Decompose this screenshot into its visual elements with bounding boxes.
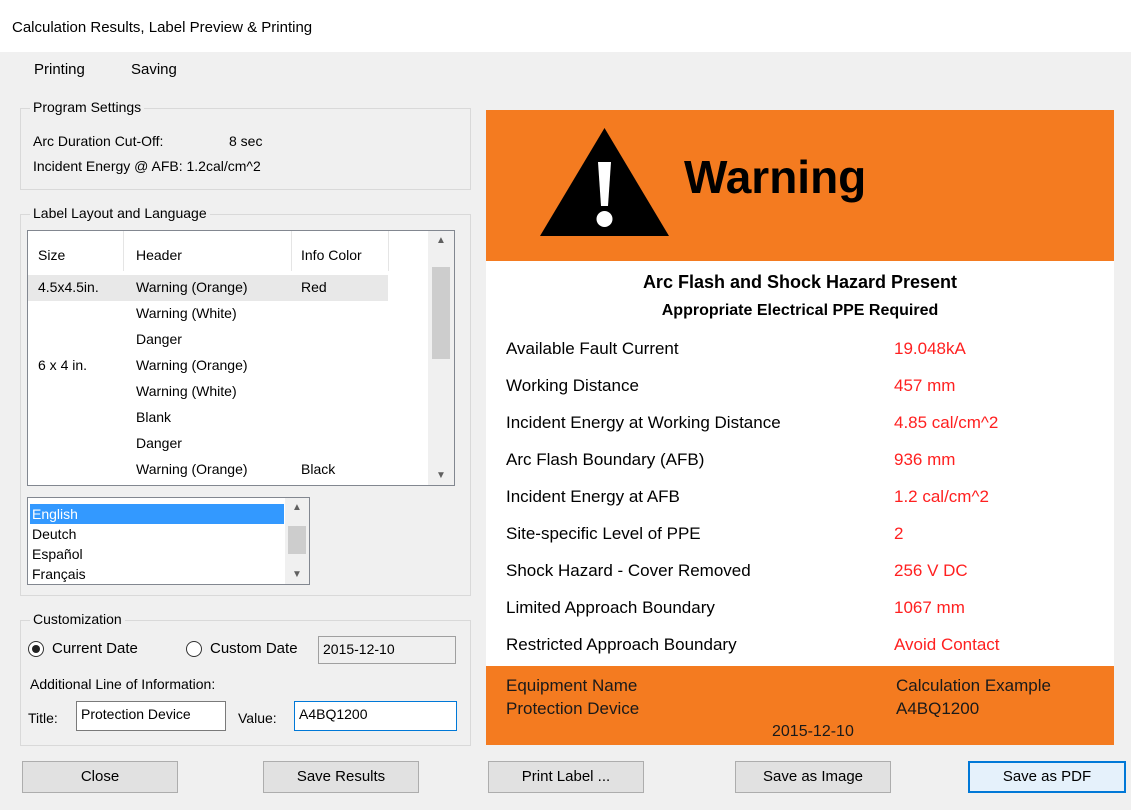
ppe-required-text: Appropriate Electrical PPE Required — [661, 302, 939, 319]
customization-legend: Customization — [30, 611, 125, 627]
info-value: Avoid Contact — [894, 635, 1000, 654]
protection-device-value: A4BQ1200 — [896, 699, 980, 718]
cell-header: Danger — [136, 435, 182, 451]
warning-triangle-icon — [540, 128, 669, 236]
equipment-name-label: Equipment Name — [506, 676, 638, 695]
title-bar: Calculation Results, Label Preview & Pri… — [0, 0, 1131, 52]
incident-energy-afb-text: Incident Energy @ AFB: 1.2cal/cm^2 — [33, 158, 261, 174]
title-field[interactable]: Protection Device — [76, 701, 226, 731]
info-value: 19.048kA — [894, 339, 966, 358]
program-settings-group — [20, 108, 471, 190]
label-footer: Equipment Name Calculation Example Prote… — [486, 666, 1114, 745]
scroll-thumb[interactable] — [432, 267, 450, 359]
cell-info-color: Black — [301, 461, 336, 477]
info-value: 2 — [894, 524, 904, 543]
custom-date-field[interactable]: 2015-12-10 — [318, 636, 456, 664]
language-item[interactable]: Français — [30, 564, 284, 584]
language-scrollbar[interactable]: ▲ ▼ — [285, 498, 309, 584]
cell-size: 4.5x4.5in. — [38, 279, 99, 295]
label-header: Warning — [486, 110, 1114, 261]
label-layout-legend: Label Layout and Language — [30, 205, 210, 221]
close-button[interactable]: Close — [22, 761, 178, 793]
info-value: 457 mm — [894, 376, 956, 395]
cell-header: Warning (Orange) — [136, 279, 248, 295]
cell-size: 6 x 4 in. — [38, 357, 88, 373]
custom-date-label[interactable]: Custom Date — [210, 640, 298, 657]
scroll-thumb[interactable] — [288, 526, 306, 554]
arc-duration-value: 8 sec — [229, 133, 263, 149]
column-divider — [388, 231, 389, 271]
menu-printing[interactable]: Printing — [30, 61, 89, 78]
cell-header: Warning (White) — [136, 383, 237, 399]
scroll-up-icon[interactable]: ▲ — [285, 502, 309, 513]
list-header: Size Header Info Color — [28, 231, 389, 271]
label-preview: Warning Arc Flash and Shock Hazard Prese… — [486, 110, 1114, 745]
table-row[interactable]: Warning (White) — [28, 379, 388, 405]
table-row[interactable]: Warning (White) — [28, 301, 388, 327]
scroll-up-icon[interactable]: ▲ — [428, 235, 454, 246]
print-label-button[interactable]: Print Label ... — [488, 761, 644, 793]
window-title: Calculation Results, Label Preview & Pri… — [12, 19, 313, 36]
language-list[interactable]: English Deutch Español Français ▲ ▼ — [27, 497, 310, 585]
info-value: 256 V DC — [894, 561, 968, 580]
cell-header: Blank — [136, 409, 172, 425]
info-label: Incident Energy at AFB — [506, 487, 680, 506]
info-value: 1.2 cal/cm^2 — [894, 487, 989, 506]
save-as-pdf-button[interactable]: Save as PDF — [968, 761, 1126, 793]
table-row[interactable]: Danger — [28, 431, 388, 457]
cell-header: Warning (Orange) — [136, 357, 248, 373]
cell-header: Danger — [136, 331, 182, 347]
info-label: Shock Hazard - Cover Removed — [506, 561, 751, 580]
label-header-text: Warning — [684, 151, 867, 203]
info-value: 1067 mm — [894, 598, 965, 617]
protection-device-label: Protection Device — [506, 699, 640, 718]
table-row[interactable]: 4.5x4.5in. Warning (Orange) Red — [28, 275, 388, 301]
info-value: 936 mm — [894, 450, 956, 469]
info-label: Site-specific Level of PPE — [506, 524, 701, 543]
table-row[interactable]: Warning (Orange) Black — [28, 457, 388, 483]
scroll-down-icon[interactable]: ▼ — [285, 569, 309, 580]
cell-info-color: Red — [301, 279, 327, 295]
table-row[interactable]: Blank — [28, 405, 388, 431]
info-label: Limited Approach Boundary — [506, 598, 715, 617]
cell-header: Warning (White) — [136, 305, 237, 321]
scroll-down-icon[interactable]: ▼ — [428, 470, 454, 481]
info-label: Incident Energy at Working Distance — [506, 413, 781, 432]
equipment-name-value: Calculation Example — [896, 676, 1051, 695]
info-label: Available Fault Current — [506, 339, 679, 358]
table-row[interactable]: Danger — [28, 327, 388, 353]
column-divider — [123, 231, 124, 271]
arc-duration-label: Arc Duration Cut-Off: — [33, 133, 164, 149]
column-header-info-color[interactable]: Info Color — [301, 247, 362, 263]
info-label: Arc Flash Boundary (AFB) — [506, 450, 705, 469]
label-date: 2015-12-10 — [772, 723, 854, 740]
value-field[interactable]: A4BQ1200 — [294, 701, 457, 731]
save-results-button[interactable]: Save Results — [263, 761, 419, 793]
column-divider — [291, 231, 292, 271]
list-scrollbar[interactable]: ▲ ▼ — [428, 231, 454, 485]
info-value: 4.85 cal/cm^2 — [894, 413, 999, 432]
hazard-title: Arc Flash and Shock Hazard Present — [642, 272, 958, 292]
language-item[interactable]: Deutch — [30, 524, 284, 544]
current-date-label[interactable]: Current Date — [52, 640, 138, 657]
program-settings-legend: Program Settings — [30, 99, 145, 115]
info-label: Restricted Approach Boundary — [506, 635, 737, 654]
value-label: Value: — [238, 710, 277, 726]
custom-date-radio[interactable] — [186, 641, 202, 657]
title-label: Title: — [28, 710, 58, 726]
save-as-image-button[interactable]: Save as Image — [735, 761, 891, 793]
menu-bar: Printing Saving — [0, 52, 1131, 92]
column-header-header[interactable]: Header — [136, 247, 182, 263]
additional-line-label: Additional Line of Information: — [30, 676, 216, 692]
current-date-radio[interactable] — [28, 641, 44, 657]
info-label: Working Distance — [506, 376, 639, 395]
table-row[interactable]: 6 x 4 in. Warning (Orange) — [28, 353, 388, 379]
label-layout-list[interactable]: Size Header Info Color 4.5x4.5in. Warnin… — [27, 230, 455, 486]
menu-saving[interactable]: Saving — [127, 61, 181, 78]
language-item[interactable]: English — [30, 504, 284, 524]
language-item[interactable]: Español — [30, 544, 284, 564]
cell-header: Warning (Orange) — [136, 461, 248, 477]
column-header-size[interactable]: Size — [38, 247, 65, 263]
